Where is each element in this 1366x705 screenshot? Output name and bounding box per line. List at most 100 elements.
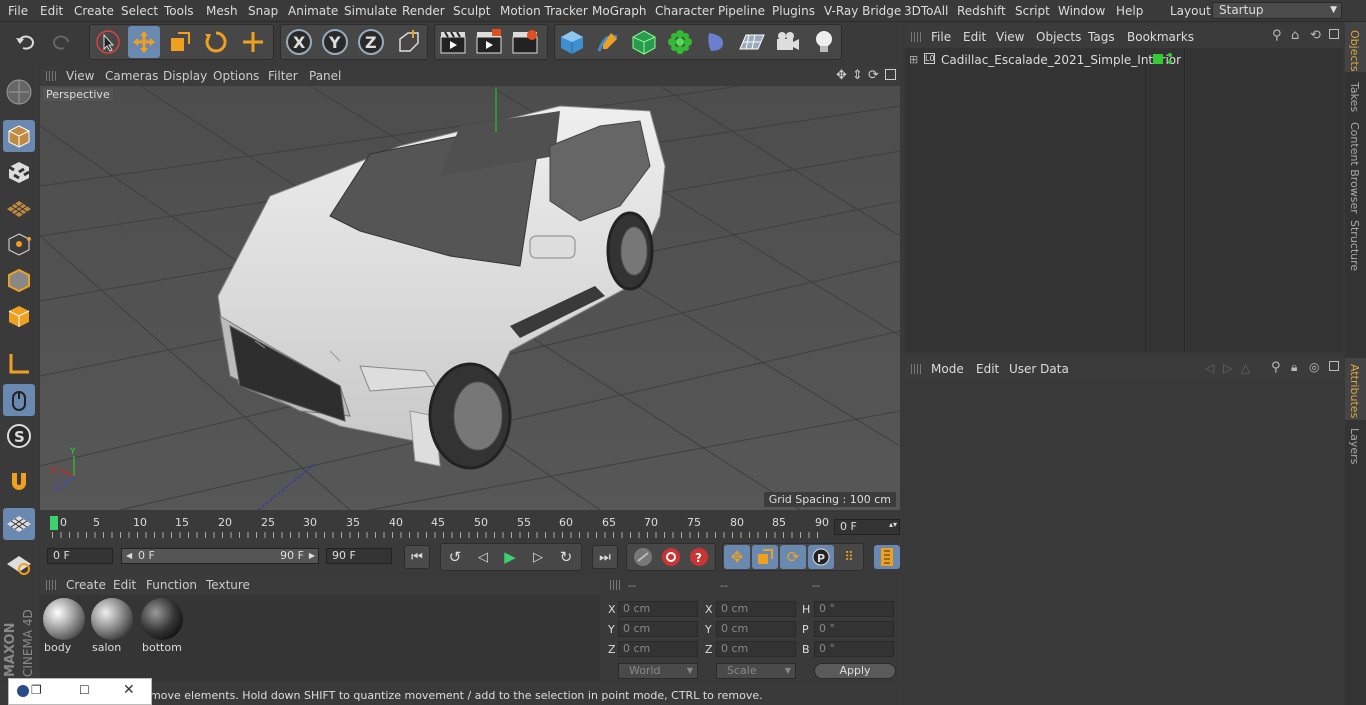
tab-structure[interactable]: Structure (1348, 220, 1361, 271)
objects-menu-edit[interactable]: Edit (963, 30, 986, 44)
minimized-window[interactable]: ❐ ☐ ✕ (8, 678, 152, 705)
menu-vray-bridge[interactable]: V-Ray Bridge (824, 4, 901, 18)
material-menu-create[interactable]: Create (66, 578, 106, 592)
perspective-viewport[interactable]: Y X Z Perspective Grid Spacing : 100 cm (40, 86, 900, 510)
go-to-start-button[interactable]: ⏮ (404, 545, 430, 569)
cloner-button[interactable] (664, 26, 696, 58)
light-button[interactable] (808, 26, 840, 58)
tab-takes[interactable]: Takes (1348, 82, 1361, 112)
size-z-field[interactable]: 0 cm (716, 641, 796, 657)
object-row[interactable]: ⊞ L0 Cadillac_Escalade_2021_Simple_Inter… (905, 52, 1181, 70)
key-position-button[interactable]: ✥ (724, 545, 750, 569)
live-selection-button[interactable] (92, 26, 124, 58)
material-menu-function[interactable]: Function (146, 578, 197, 592)
playhead[interactable] (50, 516, 58, 530)
render-picture-viewer-button[interactable] (473, 26, 505, 58)
position-y-field[interactable]: 0 cm (618, 621, 698, 637)
tweak-mode-button[interactable] (3, 384, 35, 416)
attributes-menu-mode[interactable]: Mode (931, 362, 964, 376)
next-key-button[interactable]: ↻ (553, 545, 579, 569)
editor-visibility-dot-icon[interactable] (1168, 53, 1172, 57)
viewport-menu-panel[interactable]: Panel (309, 69, 341, 83)
home-icon[interactable]: ⌂ (1291, 28, 1299, 43)
viewport-menu-view[interactable]: View (66, 69, 94, 83)
polygons-mode-button[interactable] (3, 300, 35, 332)
menu-snap[interactable]: Snap (248, 4, 278, 18)
render-settings-button[interactable] (509, 26, 541, 58)
nav-back-icon[interactable]: ◁ (1205, 361, 1214, 375)
objects-menu-objects[interactable]: Objects (1036, 30, 1081, 44)
viewport-menu-options[interactable]: Options (213, 69, 259, 83)
rotation-p-field[interactable]: 0 ° (814, 621, 894, 637)
undo-button[interactable] (10, 26, 42, 58)
timeline-window-button[interactable] (874, 545, 900, 569)
menu-redshift[interactable]: Redshift (957, 4, 1006, 18)
workplane-axis-button[interactable] (3, 548, 35, 580)
material-salon[interactable]: salon (90, 598, 134, 654)
edges-mode-button[interactable] (3, 264, 35, 296)
autokeying-button[interactable]: ? (686, 545, 712, 569)
viewport-pan-icon[interactable]: ✥ (836, 68, 847, 83)
close-icon[interactable]: ✕ (123, 682, 135, 698)
object-name[interactable]: Cadillac_Escalade_2021_Simple_Interior (941, 53, 1181, 67)
objects-menu-bookmarks[interactable]: Bookmarks (1127, 30, 1194, 44)
material-body[interactable]: body (42, 598, 86, 654)
floor-button[interactable] (736, 26, 768, 58)
expand-icon[interactable]: ⊞ (909, 53, 918, 66)
viewport-dolly-icon[interactable]: ⇕ (852, 68, 863, 83)
viewport-menu-filter[interactable]: Filter (268, 69, 298, 83)
key-pla-button[interactable]: ⠿ (836, 545, 862, 569)
record-active-objects-button[interactable] (658, 545, 684, 569)
menu-pipeline[interactable]: Pipeline (718, 4, 765, 18)
nav-forward-icon[interactable]: ▷ (1223, 361, 1232, 375)
viewport-maximize-icon[interactable] (885, 69, 896, 80)
material-menu-texture[interactable]: Texture (206, 578, 250, 592)
cube-object-button[interactable] (556, 26, 588, 58)
menu-script[interactable]: Script (1015, 4, 1050, 18)
render-visibility-dot-icon[interactable] (1168, 60, 1172, 64)
deformer-button[interactable] (700, 26, 732, 58)
menu-3dtoall[interactable]: 3DToAll (904, 4, 948, 18)
key-parameter-button[interactable]: P (808, 545, 834, 569)
menu-help[interactable]: Help (1116, 4, 1143, 18)
position-x-field[interactable]: 0 cm (618, 601, 698, 617)
coordinate-system-button[interactable] (393, 26, 425, 58)
texture-mode-button[interactable] (3, 156, 35, 188)
viewport-menu-display[interactable]: Display (163, 69, 207, 83)
maximize-panel-icon[interactable] (1329, 29, 1339, 39)
menu-select[interactable]: Select (121, 4, 158, 18)
key-scale-button[interactable] (752, 545, 778, 569)
key-rotation-button[interactable]: ⟳ (780, 545, 806, 569)
menu-window[interactable]: Window (1058, 4, 1105, 18)
previous-frame-button[interactable]: ◁ (470, 545, 496, 569)
layer-color-icon[interactable] (1153, 54, 1163, 64)
menu-mesh[interactable]: Mesh (206, 4, 238, 18)
menu-character[interactable]: Character (655, 4, 714, 18)
pen-spline-button[interactable] (592, 26, 624, 58)
tab-layers[interactable]: Layers (1348, 428, 1361, 464)
size-x-field[interactable]: 0 cm (716, 601, 796, 617)
search-icon[interactable]: ⚲ (1271, 360, 1281, 375)
timeline-ruler[interactable]: 0 5 10 15 20 25 30 35 40 45 50 55 60 65 … (40, 512, 902, 542)
restore-icon[interactable]: ❐ (31, 683, 42, 697)
frame-range-slider[interactable]: ◀ 0 F 90 F ▶ (121, 548, 319, 564)
menu-mograph[interactable]: MoGraph (592, 4, 647, 18)
current-frame-field[interactable]: 0 F ▴▾ (834, 519, 900, 535)
make-editable-button[interactable] (3, 76, 35, 108)
rotation-b-field[interactable]: 0 ° (814, 641, 894, 657)
rotation-h-field[interactable]: 0 ° (814, 601, 894, 617)
model-mode-button[interactable] (3, 120, 35, 152)
menu-tools[interactable]: Tools (164, 4, 194, 18)
search-icon[interactable]: ⚲ (1272, 28, 1282, 43)
lock-icon[interactable]: 🔒︎ (1291, 360, 1297, 375)
menu-edit[interactable]: Edit (40, 4, 63, 18)
objects-menu-view[interactable]: View (996, 30, 1024, 44)
attributes-menu-user-data[interactable]: User Data (1009, 362, 1069, 376)
menu-simulate[interactable]: Simulate (344, 4, 397, 18)
move-tool-button[interactable] (128, 26, 160, 58)
workplane-mode-button[interactable] (3, 192, 35, 224)
z-axis-button[interactable]: Z (355, 26, 387, 58)
menu-file[interactable]: File (8, 4, 28, 18)
menu-motion-tracker[interactable]: Motion Tracker (500, 4, 588, 18)
previous-key-button[interactable]: ↺ (442, 545, 468, 569)
